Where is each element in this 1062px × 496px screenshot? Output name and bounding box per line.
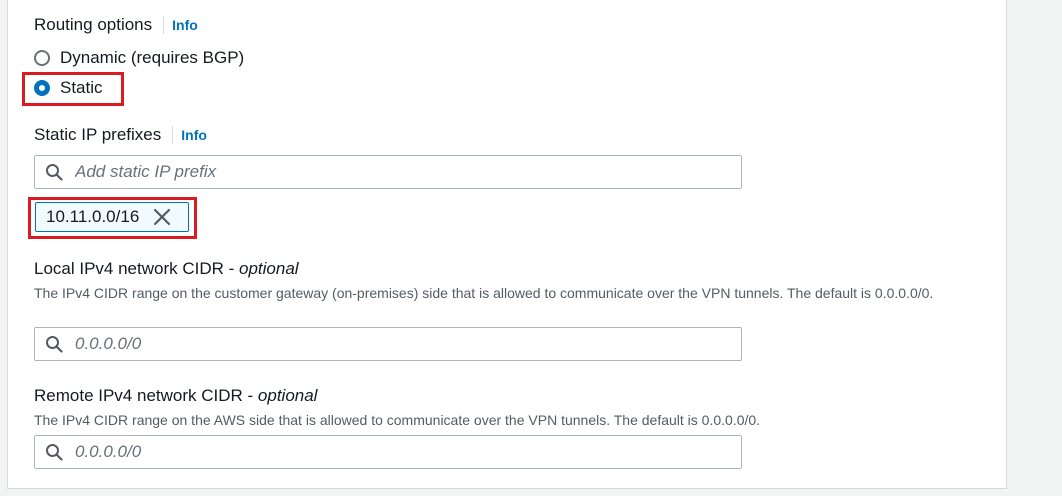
local-cidr-description: The IPv4 CIDR range on the customer gate… [34,285,934,301]
static-prefixes-label-row: Static IP prefixes Info [34,125,207,145]
radio-button-dynamic[interactable] [34,50,50,66]
local-cidr-input[interactable] [75,334,695,354]
remote-cidr-optional: optional [257,386,318,405]
static-prefix-input[interactable] [75,162,695,182]
routing-options-label: Routing options [34,15,153,34]
radio-dynamic-label: Dynamic (requires BGP) [60,48,245,67]
routing-options-label-row: Routing options Info [34,15,198,35]
static-highlight-box [22,72,124,106]
remote-cidr-label-text: Remote IPv4 network CIDR - [34,386,258,405]
remote-cidr-search-field[interactable] [34,435,742,469]
search-icon [46,444,63,461]
form-panel: Routing options Info Dynamic (requires B… [7,0,1007,489]
local-cidr-optional: optional [239,259,299,278]
token-highlight-box [28,197,197,239]
static-prefixes-info-link[interactable]: Info [181,125,207,145]
remote-cidr-label: Remote IPv4 network CIDR - optional [34,386,317,406]
static-prefixes-label: Static IP prefixes [34,125,162,144]
divider [172,126,174,144]
local-cidr-label-text: Local IPv4 network CIDR - [34,259,240,278]
local-cidr-search-field[interactable] [34,327,742,361]
remote-cidr-input[interactable] [75,442,695,462]
radio-dynamic[interactable]: Dynamic (requires BGP) [34,48,244,68]
static-prefix-search-field[interactable] [34,155,742,189]
routing-info-link[interactable]: Info [172,15,198,35]
remote-cidr-description: The IPv4 CIDR range on the AWS side that… [34,412,761,428]
local-cidr-label: Local IPv4 network CIDR - optional [34,259,299,279]
divider [163,16,165,34]
search-icon [46,336,63,353]
search-icon [46,164,63,181]
